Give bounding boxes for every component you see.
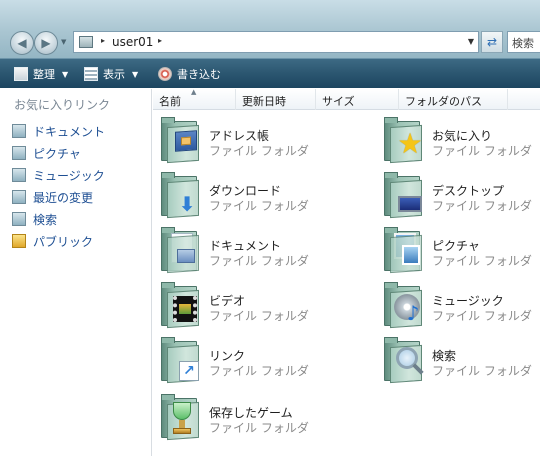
user-folder-icon <box>79 36 93 48</box>
address-box[interactable]: ▸ user01 ▸ ▼ <box>73 31 479 53</box>
file-list: アドレス帳 ファイル フォルダ ★ お気に入り ファイル フォルダ ⬇ ダウンロ… <box>153 110 540 456</box>
folder-tile-downloads[interactable]: ⬇ ダウンロード ファイル フォルダ <box>153 170 353 220</box>
nav-item-searches[interactable]: 検索 <box>12 210 57 228</box>
searches-icon <box>12 212 26 226</box>
chevron-down-icon: ▼ <box>132 69 139 79</box>
folder-type: ファイル フォルダ <box>432 254 532 268</box>
breadcrumb-separator-icon[interactable]: ▸ <box>101 36 105 45</box>
refresh-icon: ⇄ <box>486 35 498 49</box>
refresh-button[interactable]: ⇄ <box>481 31 503 53</box>
nav-item-label: ピクチャ <box>33 146 81 161</box>
column-header-size[interactable]: サイズ <box>316 89 399 110</box>
documents-icon <box>161 227 201 274</box>
nav-item-public[interactable]: パブリック <box>12 232 93 250</box>
downloads-arrow-icon: ⬇ <box>161 172 201 219</box>
burn-button[interactable]: 書き込む <box>158 65 221 83</box>
folder-tile-documents[interactable]: ドキュメント ファイル フォルダ <box>153 225 353 275</box>
favorites-star-icon: ★ <box>384 117 424 164</box>
breadcrumb-user[interactable]: user01 <box>112 35 153 49</box>
chevron-down-icon: ▼ <box>62 69 69 79</box>
address-bar-area: ◀ ▶ ▼ ▸ user01 ▸ ▼ ⇄ 検索 <box>0 0 540 58</box>
folder-tile-favorites[interactable]: ★ お気に入り ファイル フォルダ <box>376 115 540 165</box>
column-header-row: 名前 ▲ 更新日時 サイズ フォルダのパス <box>153 88 540 110</box>
organize-label: 整理 <box>33 68 55 81</box>
organize-icon <box>14 67 28 81</box>
organize-button[interactable]: 整理 ▼ <box>14 65 68 83</box>
folder-tile-pictures[interactable]: ピクチャ ファイル フォルダ <box>376 225 540 275</box>
forward-button[interactable]: ▶ <box>34 31 58 55</box>
documents-icon <box>12 124 26 138</box>
nav-item-pictures[interactable]: ピクチャ <box>12 144 81 162</box>
folder-tile-links[interactable]: ↗ リンク ファイル フォルダ <box>153 335 353 385</box>
music-note-icon: ♪ <box>384 282 424 329</box>
column-label: 更新日時 <box>242 95 286 108</box>
videos-filmstrip-icon <box>161 282 201 329</box>
address-history-dropdown-icon[interactable]: ▼ <box>468 37 474 46</box>
pictures-icon <box>384 227 424 274</box>
column-header-folder-path[interactable]: フォルダのパス <box>399 89 508 110</box>
folder-type: ファイル フォルダ <box>209 199 309 213</box>
links-arrow-icon: ↗ <box>161 337 201 384</box>
folder-tile-music[interactable]: ♪ ミュージック ファイル フォルダ <box>376 280 540 330</box>
forward-arrow-icon: ▶ <box>41 36 51 50</box>
burn-label: 書き込む <box>177 68 221 81</box>
public-folder-icon <box>12 234 26 248</box>
column-label: 名前 <box>159 95 181 108</box>
folder-tile-contacts[interactable]: アドレス帳 ファイル フォルダ <box>153 115 353 165</box>
folder-type: ファイル フォルダ <box>432 144 532 158</box>
desktop-monitor-icon <box>384 172 424 219</box>
nav-item-label: 検索 <box>33 212 58 227</box>
saved-games-trophy-icon <box>161 394 201 441</box>
burn-disc-icon <box>158 67 172 81</box>
folder-type: ファイル フォルダ <box>432 199 532 213</box>
column-header-name[interactable]: 名前 ▲ <box>153 88 236 110</box>
nav-item-label: ミュージック <box>33 168 105 183</box>
folder-type: ファイル フォルダ <box>209 421 309 435</box>
folder-type: ファイル フォルダ <box>432 364 532 378</box>
folder-type: ファイル フォルダ <box>209 364 309 378</box>
favorite-links-header: お気に入りリンク <box>14 98 111 112</box>
command-bar: 整理 ▼ 表示 ▼ 書き込む <box>0 58 540 88</box>
folder-type: ファイル フォルダ <box>209 144 309 158</box>
column-label: サイズ <box>322 95 355 108</box>
folder-tile-searches[interactable]: 検索 ファイル フォルダ <box>376 335 540 385</box>
pictures-icon <box>12 146 26 160</box>
contacts-icon <box>161 117 201 164</box>
folder-tile-desktop[interactable]: デスクトップ ファイル フォルダ <box>376 170 540 220</box>
music-icon <box>12 168 26 182</box>
folder-tile-saved-games[interactable]: 保存したゲーム ファイル フォルダ <box>153 392 353 442</box>
navigation-pane: お気に入りリンク ドキュメント ピクチャ ミュージック 最近の変更 検索 パブリ… <box>0 89 152 456</box>
back-arrow-icon: ◀ <box>17 36 27 50</box>
views-icon <box>84 67 98 81</box>
folder-type: ファイル フォルダ <box>209 254 309 268</box>
recent-pages-dropdown[interactable]: ▼ <box>61 38 66 46</box>
nav-item-music[interactable]: ミュージック <box>12 166 105 184</box>
folder-tile-videos[interactable]: ビデオ ファイル フォルダ <box>153 280 353 330</box>
search-input[interactable]: 検索 <box>507 31 540 53</box>
folder-type: ファイル フォルダ <box>209 309 309 323</box>
column-header-date-modified[interactable]: 更新日時 <box>236 89 316 110</box>
back-button[interactable]: ◀ <box>10 31 34 55</box>
nav-item-label: 最近の変更 <box>33 190 94 205</box>
breadcrumb-separator-icon[interactable]: ▸ <box>158 36 162 45</box>
views-label: 表示 <box>103 68 125 81</box>
recently-changed-icon <box>12 190 26 204</box>
searches-magnifier-icon <box>384 337 424 384</box>
sort-ascending-icon: ▲ <box>191 88 197 96</box>
folder-type: ファイル フォルダ <box>432 309 532 323</box>
nav-item-documents[interactable]: ドキュメント <box>12 122 105 140</box>
nav-item-label: パブリック <box>33 234 94 249</box>
nav-item-label: ドキュメント <box>33 124 106 139</box>
column-label: フォルダのパス <box>405 95 482 108</box>
nav-item-recently-changed[interactable]: 最近の変更 <box>12 188 93 206</box>
views-button[interactable]: 表示 ▼ <box>84 65 138 83</box>
